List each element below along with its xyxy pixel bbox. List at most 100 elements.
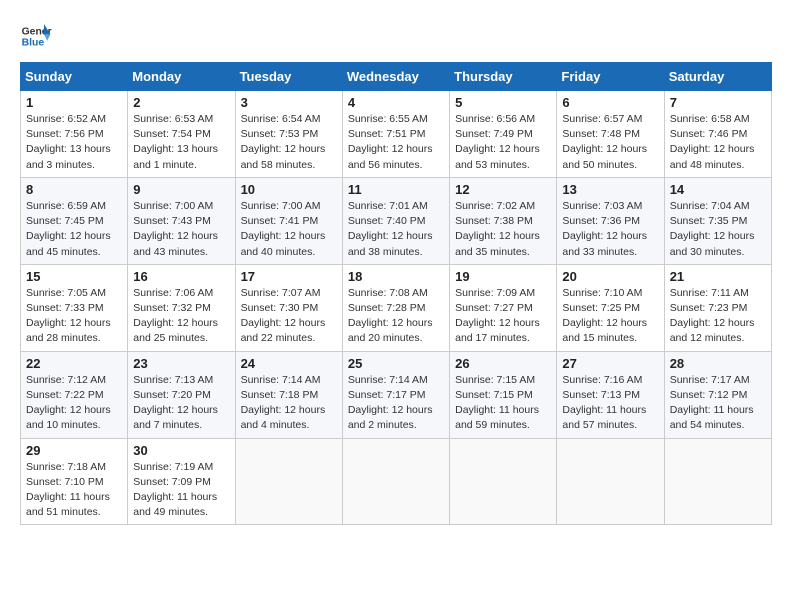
col-header-thursday: Thursday [450,63,557,91]
calendar-cell: 10 Sunrise: 7:00 AM Sunset: 7:41 PM Dayl… [235,177,342,264]
day-info: Sunrise: 6:57 AM Sunset: 7:48 PM Dayligh… [562,112,658,173]
col-header-sunday: Sunday [21,63,128,91]
day-number: 1 [26,95,122,110]
calendar-cell: 14 Sunrise: 7:04 AM Sunset: 7:35 PM Dayl… [664,177,771,264]
calendar-cell [557,438,664,525]
day-number: 4 [348,95,444,110]
logo-icon: General Blue [20,20,52,52]
day-number: 2 [133,95,229,110]
calendar-cell: 9 Sunrise: 7:00 AM Sunset: 7:43 PM Dayli… [128,177,235,264]
day-info: Sunrise: 7:05 AM Sunset: 7:33 PM Dayligh… [26,286,122,347]
day-number: 19 [455,269,551,284]
col-header-tuesday: Tuesday [235,63,342,91]
calendar-cell [235,438,342,525]
col-header-friday: Friday [557,63,664,91]
header-row: SundayMondayTuesdayWednesdayThursdayFrid… [21,63,772,91]
day-info: Sunrise: 7:16 AM Sunset: 7:13 PM Dayligh… [562,373,658,434]
day-info: Sunrise: 6:54 AM Sunset: 7:53 PM Dayligh… [241,112,337,173]
day-number: 16 [133,269,229,284]
day-number: 3 [241,95,337,110]
day-number: 27 [562,356,658,371]
day-info: Sunrise: 7:00 AM Sunset: 7:43 PM Dayligh… [133,199,229,260]
col-header-monday: Monday [128,63,235,91]
day-number: 28 [670,356,766,371]
day-info: Sunrise: 6:52 AM Sunset: 7:56 PM Dayligh… [26,112,122,173]
calendar-cell: 5 Sunrise: 6:56 AM Sunset: 7:49 PM Dayli… [450,91,557,178]
calendar-cell: 4 Sunrise: 6:55 AM Sunset: 7:51 PM Dayli… [342,91,449,178]
calendar-cell: 16 Sunrise: 7:06 AM Sunset: 7:32 PM Dayl… [128,264,235,351]
day-number: 20 [562,269,658,284]
col-header-saturday: Saturday [664,63,771,91]
page-header: General Blue [20,20,772,52]
calendar-cell: 8 Sunrise: 6:59 AM Sunset: 7:45 PM Dayli… [21,177,128,264]
calendar-cell: 6 Sunrise: 6:57 AM Sunset: 7:48 PM Dayli… [557,91,664,178]
day-number: 13 [562,182,658,197]
day-number: 11 [348,182,444,197]
calendar-cell: 30 Sunrise: 7:19 AM Sunset: 7:09 PM Dayl… [128,438,235,525]
calendar-cell: 19 Sunrise: 7:09 AM Sunset: 7:27 PM Dayl… [450,264,557,351]
day-info: Sunrise: 7:13 AM Sunset: 7:20 PM Dayligh… [133,373,229,434]
calendar-cell: 18 Sunrise: 7:08 AM Sunset: 7:28 PM Dayl… [342,264,449,351]
day-number: 24 [241,356,337,371]
calendar-week-1: 1 Sunrise: 6:52 AM Sunset: 7:56 PM Dayli… [21,91,772,178]
calendar-cell: 12 Sunrise: 7:02 AM Sunset: 7:38 PM Dayl… [450,177,557,264]
day-number: 18 [348,269,444,284]
day-info: Sunrise: 7:00 AM Sunset: 7:41 PM Dayligh… [241,199,337,260]
calendar-cell: 7 Sunrise: 6:58 AM Sunset: 7:46 PM Dayli… [664,91,771,178]
calendar-cell: 13 Sunrise: 7:03 AM Sunset: 7:36 PM Dayl… [557,177,664,264]
day-info: Sunrise: 7:04 AM Sunset: 7:35 PM Dayligh… [670,199,766,260]
calendar-cell: 17 Sunrise: 7:07 AM Sunset: 7:30 PM Dayl… [235,264,342,351]
day-info: Sunrise: 7:08 AM Sunset: 7:28 PM Dayligh… [348,286,444,347]
day-info: Sunrise: 7:11 AM Sunset: 7:23 PM Dayligh… [670,286,766,347]
calendar-cell: 24 Sunrise: 7:14 AM Sunset: 7:18 PM Dayl… [235,351,342,438]
calendar-cell: 23 Sunrise: 7:13 AM Sunset: 7:20 PM Dayl… [128,351,235,438]
day-number: 29 [26,443,122,458]
calendar-cell: 25 Sunrise: 7:14 AM Sunset: 7:17 PM Dayl… [342,351,449,438]
day-info: Sunrise: 7:02 AM Sunset: 7:38 PM Dayligh… [455,199,551,260]
day-info: Sunrise: 7:17 AM Sunset: 7:12 PM Dayligh… [670,373,766,434]
calendar-cell: 3 Sunrise: 6:54 AM Sunset: 7:53 PM Dayli… [235,91,342,178]
day-info: Sunrise: 6:59 AM Sunset: 7:45 PM Dayligh… [26,199,122,260]
calendar-week-2: 8 Sunrise: 6:59 AM Sunset: 7:45 PM Dayli… [21,177,772,264]
calendar-cell: 22 Sunrise: 7:12 AM Sunset: 7:22 PM Dayl… [21,351,128,438]
day-number: 8 [26,182,122,197]
day-number: 26 [455,356,551,371]
day-info: Sunrise: 7:07 AM Sunset: 7:30 PM Dayligh… [241,286,337,347]
day-info: Sunrise: 7:03 AM Sunset: 7:36 PM Dayligh… [562,199,658,260]
day-info: Sunrise: 7:14 AM Sunset: 7:17 PM Dayligh… [348,373,444,434]
calendar-cell: 26 Sunrise: 7:15 AM Sunset: 7:15 PM Dayl… [450,351,557,438]
calendar-cell: 15 Sunrise: 7:05 AM Sunset: 7:33 PM Dayl… [21,264,128,351]
calendar-cell: 28 Sunrise: 7:17 AM Sunset: 7:12 PM Dayl… [664,351,771,438]
day-info: Sunrise: 7:14 AM Sunset: 7:18 PM Dayligh… [241,373,337,434]
calendar-cell [664,438,771,525]
day-info: Sunrise: 6:55 AM Sunset: 7:51 PM Dayligh… [348,112,444,173]
day-info: Sunrise: 7:18 AM Sunset: 7:10 PM Dayligh… [26,460,122,521]
day-number: 23 [133,356,229,371]
day-info: Sunrise: 7:01 AM Sunset: 7:40 PM Dayligh… [348,199,444,260]
day-info: Sunrise: 6:58 AM Sunset: 7:46 PM Dayligh… [670,112,766,173]
calendar-cell: 20 Sunrise: 7:10 AM Sunset: 7:25 PM Dayl… [557,264,664,351]
day-number: 14 [670,182,766,197]
svg-text:Blue: Blue [22,38,45,49]
calendar-cell: 1 Sunrise: 6:52 AM Sunset: 7:56 PM Dayli… [21,91,128,178]
calendar-week-5: 29 Sunrise: 7:18 AM Sunset: 7:10 PM Dayl… [21,438,772,525]
calendar-cell: 2 Sunrise: 6:53 AM Sunset: 7:54 PM Dayli… [128,91,235,178]
day-number: 9 [133,182,229,197]
calendar-cell [342,438,449,525]
calendar-cell [450,438,557,525]
calendar-week-3: 15 Sunrise: 7:05 AM Sunset: 7:33 PM Dayl… [21,264,772,351]
day-info: Sunrise: 7:12 AM Sunset: 7:22 PM Dayligh… [26,373,122,434]
day-number: 12 [455,182,551,197]
day-number: 21 [670,269,766,284]
day-number: 15 [26,269,122,284]
day-number: 25 [348,356,444,371]
calendar-table: SundayMondayTuesdayWednesdayThursdayFrid… [20,62,772,525]
day-number: 17 [241,269,337,284]
day-info: Sunrise: 6:53 AM Sunset: 7:54 PM Dayligh… [133,112,229,173]
day-number: 22 [26,356,122,371]
day-info: Sunrise: 7:06 AM Sunset: 7:32 PM Dayligh… [133,286,229,347]
calendar-cell: 21 Sunrise: 7:11 AM Sunset: 7:23 PM Dayl… [664,264,771,351]
day-info: Sunrise: 7:09 AM Sunset: 7:27 PM Dayligh… [455,286,551,347]
calendar-cell: 29 Sunrise: 7:18 AM Sunset: 7:10 PM Dayl… [21,438,128,525]
day-number: 30 [133,443,229,458]
